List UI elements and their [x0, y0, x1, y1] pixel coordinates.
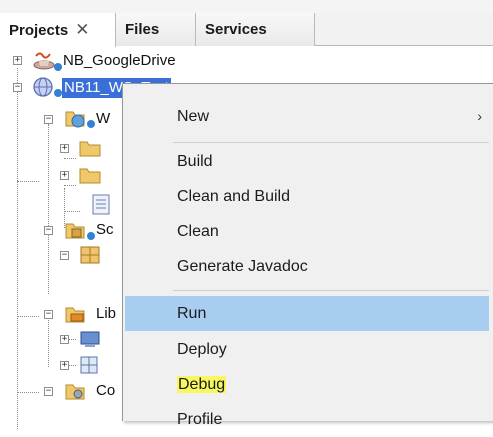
close-icon[interactable]: ✕	[75, 20, 89, 39]
configuration-files-icon	[65, 384, 85, 400]
tab-bar: Projects ✕ Files Services	[0, 13, 493, 47]
expand-toggle[interactable]: +	[60, 171, 69, 180]
menu-item-deploy-label: Deploy	[177, 341, 227, 358]
menu-item-new[interactable]: New ›	[123, 99, 491, 134]
tab-projects-label: Projects	[9, 22, 69, 39]
menu-item-build-label: Build	[177, 153, 213, 170]
chevron-right-icon: ›	[477, 108, 482, 124]
menu-item-profile[interactable]: Profile	[123, 402, 491, 437]
source-packages-icon	[65, 223, 95, 240]
tab-files-label: Files	[125, 21, 160, 38]
file-icon	[92, 194, 110, 215]
menu-item-deploy[interactable]: Deploy	[123, 332, 491, 367]
menu-item-new-label: New	[177, 108, 210, 125]
menu-item-debug-label: Debug	[177, 376, 227, 393]
menu-item-build[interactable]: Build	[123, 144, 491, 179]
menu-item-clean-and-build[interactable]: Clean and Build	[123, 179, 491, 214]
folder-icon	[79, 168, 101, 184]
tab-projects[interactable]: Projects ✕	[0, 13, 116, 47]
menu-item-generate-javadoc-label: Generate Javadoc	[177, 258, 308, 275]
collapse-toggle[interactable]: −	[44, 115, 53, 124]
expand-toggle[interactable]: +	[60, 361, 69, 370]
tree-line	[48, 124, 49, 294]
menu-item-debug[interactable]: Debug	[123, 367, 491, 402]
context-menu: New › Build Clean and Build Clean Genera…	[122, 83, 493, 428]
menu-item-run[interactable]: Run	[125, 296, 489, 331]
package-icon	[80, 246, 100, 264]
tree-node-web-pages[interactable]: W	[96, 109, 110, 129]
tree-node-configuration-files[interactable]: Co	[96, 381, 115, 401]
menu-item-clean[interactable]: Clean	[123, 214, 491, 249]
tree-line	[64, 211, 80, 212]
tree-line	[48, 317, 49, 367]
expand-toggle[interactable]: +	[60, 335, 69, 344]
tree-line	[64, 158, 76, 159]
tab-files[interactable]: Files	[116, 13, 196, 46]
tree-line	[17, 68, 18, 429]
menu-item-profile-label: Profile	[177, 411, 223, 428]
web-project-icon	[33, 77, 62, 97]
menu-item-generate-javadoc[interactable]: Generate Javadoc	[123, 249, 491, 284]
tree-node-nb-googledrive[interactable]: NB_GoogleDrive	[63, 51, 176, 71]
tree-node-source-packages[interactable]: Sc	[96, 220, 114, 240]
collapse-toggle[interactable]: −	[44, 310, 53, 319]
tab-services[interactable]: Services	[196, 13, 315, 46]
expand-toggle[interactable]: +	[13, 56, 22, 65]
tab-services-label: Services	[205, 21, 267, 38]
tree-node-libraries[interactable]: Lib	[96, 304, 116, 324]
libraries-icon	[65, 307, 85, 323]
menu-item-clean-and-build-label: Clean and Build	[177, 188, 290, 205]
tree-line	[64, 185, 76, 186]
menu-item-clean-label: Clean	[177, 223, 219, 240]
tree-line	[17, 181, 39, 182]
collapse-toggle[interactable]: −	[13, 83, 22, 92]
menu-separator	[173, 290, 489, 291]
menu-separator	[173, 142, 489, 143]
tree-line	[17, 392, 39, 393]
expand-toggle[interactable]: +	[60, 144, 69, 153]
top-gap	[0, 0, 493, 13]
web-pages-folder-icon	[65, 111, 95, 128]
tree-line	[17, 316, 39, 317]
collapse-toggle[interactable]: −	[44, 387, 53, 396]
library-jar-icon	[80, 356, 98, 374]
folder-icon	[79, 141, 101, 157]
collapse-toggle[interactable]: −	[60, 251, 69, 260]
menu-item-run-label: Run	[177, 305, 207, 322]
collapse-toggle[interactable]: −	[44, 226, 53, 235]
library-jar-icon	[80, 331, 100, 347]
java-project-icon	[33, 52, 62, 71]
